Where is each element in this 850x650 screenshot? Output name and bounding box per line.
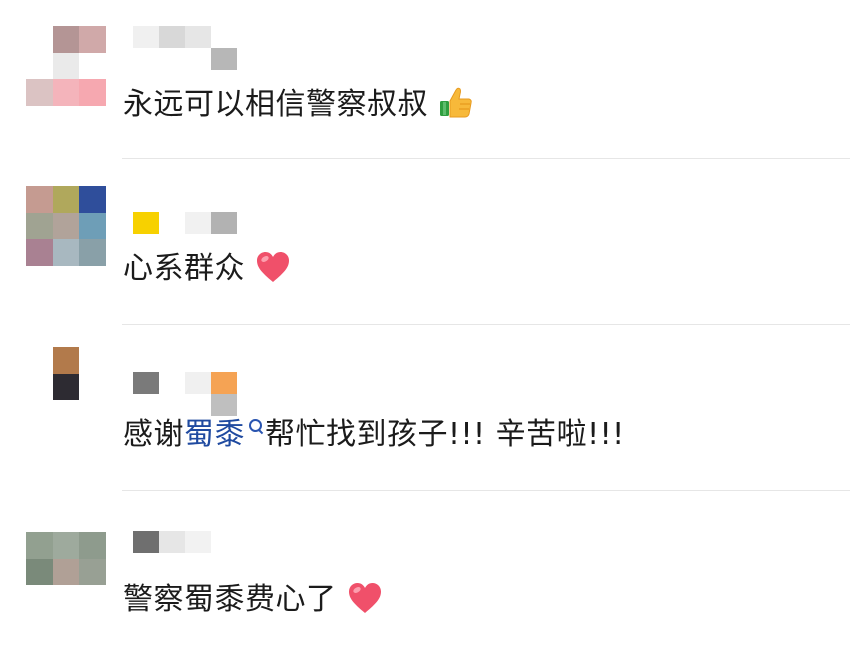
avatar-mosaic-cell	[52, 186, 80, 213]
avatar-mosaic-cell	[79, 347, 106, 374]
username-mosaic-cell	[159, 26, 185, 48]
comment-body: 心系群众	[123, 251, 245, 286]
username-mosaic-cell	[211, 212, 237, 234]
username-mosaic-cell	[185, 26, 211, 48]
comment-text-before: 感谢	[123, 417, 184, 452]
comment-text: 永远可以相信警察叔叔	[123, 84, 474, 131]
avatar-mosaic-cell	[52, 558, 80, 586]
avatar-mosaic-cell	[52, 79, 80, 106]
avatar-mosaic-cell	[79, 52, 106, 80]
username-mosaic-cell	[211, 394, 237, 416]
username-blurred[interactable]	[133, 531, 237, 575]
avatar-mosaic-cell	[26, 79, 53, 106]
username-blurred[interactable]	[133, 26, 237, 70]
avatar-mosaic-cell	[26, 239, 53, 266]
avatar-mosaic-cell	[79, 26, 106, 53]
username-mosaic-cell	[211, 372, 237, 394]
avatar-mosaic-cell	[26, 558, 53, 586]
red-heart-icon	[347, 581, 383, 626]
thumbs-up-icon	[438, 84, 474, 131]
avatar-mosaic-cell	[79, 79, 106, 106]
divider	[122, 324, 850, 325]
comment-body: 永远可以相信警察叔叔	[123, 87, 428, 122]
avatar[interactable]	[26, 186, 106, 266]
username-mosaic-cell	[211, 553, 237, 575]
avatar-mosaic-cell	[79, 558, 106, 586]
avatar-mosaic-cell	[52, 52, 80, 80]
avatar-mosaic-cell	[26, 347, 53, 374]
avatar-mosaic-cell	[26, 186, 53, 213]
search-link[interactable]: 蜀黍	[184, 417, 265, 452]
comment-body: 警察蜀黍费心了	[123, 582, 337, 617]
avatar-mosaic-cell	[26, 52, 53, 80]
search-link-text: 蜀黍	[184, 417, 245, 452]
avatar-mosaic-cell	[52, 239, 80, 266]
avatar-mosaic-cell	[26, 532, 53, 559]
avatar-mosaic-cell	[26, 585, 53, 612]
divider	[122, 158, 850, 159]
avatar-mosaic-cell	[79, 239, 106, 266]
username-mosaic-cell	[185, 372, 211, 394]
avatar-mosaic-cell	[52, 532, 80, 559]
avatar-mosaic-cell	[26, 373, 53, 401]
username-mosaic-cell	[211, 26, 237, 48]
avatar-mosaic-cell	[52, 26, 80, 53]
comment-text: 警察蜀黍费心了	[123, 580, 383, 626]
username-mosaic-cell	[133, 212, 159, 234]
username-mosaic-cell	[159, 372, 185, 394]
username-mosaic-cell	[159, 212, 185, 234]
search-icon	[245, 415, 265, 445]
avatar-mosaic-cell	[79, 186, 106, 213]
comment-text-after: 帮忙找到孩子!!! 辛苦啦!!!	[265, 417, 625, 452]
avatar-mosaic-cell	[79, 532, 106, 559]
username-mosaic-cell	[159, 531, 185, 553]
comment-text: 心系群众	[123, 249, 291, 295]
username-blurred[interactable]	[133, 372, 237, 416]
username-mosaic-cell	[133, 531, 159, 553]
avatar[interactable]	[26, 26, 106, 106]
red-heart-icon	[255, 250, 291, 295]
avatar-mosaic-cell	[79, 373, 106, 401]
username-mosaic-cell	[133, 26, 159, 48]
username-mosaic-cell	[211, 531, 237, 553]
avatar-mosaic-cell	[26, 400, 53, 427]
avatar-mosaic-cell	[52, 212, 80, 240]
avatar-mosaic-cell	[52, 347, 80, 374]
avatar[interactable]	[26, 347, 106, 427]
avatar[interactable]	[26, 532, 106, 612]
avatar-mosaic-cell	[79, 585, 106, 612]
avatar-mosaic-cell	[79, 400, 106, 427]
avatar-mosaic-cell	[79, 212, 106, 240]
avatar-mosaic-cell	[52, 373, 80, 401]
comment-text: 感谢蜀黍 帮忙找到孩子!!! 辛苦啦!!!	[123, 415, 625, 455]
avatar-mosaic-cell	[26, 26, 53, 53]
avatar-mosaic-cell	[26, 212, 53, 240]
username-mosaic-cell	[185, 531, 211, 553]
avatar-mosaic-cell	[52, 400, 80, 427]
username-mosaic-cell	[211, 48, 237, 70]
username-mosaic-cell	[185, 212, 211, 234]
divider	[122, 490, 850, 491]
avatar-mosaic-cell	[52, 585, 80, 612]
username-mosaic-cell	[133, 372, 159, 394]
